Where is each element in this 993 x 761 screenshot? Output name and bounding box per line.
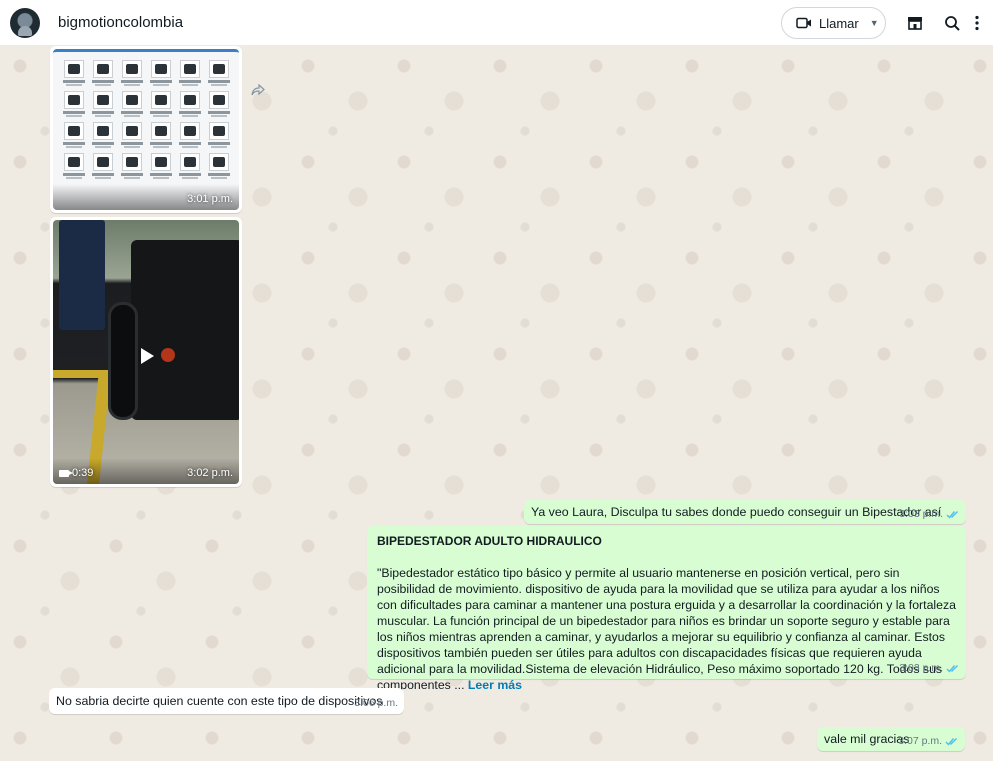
catalog-pictogram — [208, 122, 230, 153]
catalog-pictogram — [208, 91, 230, 122]
search-icon[interactable] — [941, 12, 963, 34]
catalog-pictogram — [150, 153, 172, 184]
catalog-pictogram — [150, 91, 172, 122]
video-call-icon — [796, 17, 811, 29]
message-meta: 3:03 p.m. — [899, 506, 960, 522]
double-check-icon — [945, 737, 957, 746]
catalog-pictogram — [150, 60, 172, 91]
double-check-icon — [946, 510, 958, 519]
forward-icon[interactable] — [248, 80, 268, 100]
video-duration: 0:39 — [59, 467, 93, 479]
message-time: 3:01 p.m. — [187, 193, 233, 205]
catalog-pictogram — [208, 60, 230, 91]
outgoing-message[interactable]: vale mil gracias 3:07 p.m. — [817, 727, 965, 751]
outgoing-message[interactable]: Ya veo Laura, Disculpa tu sabes donde pu… — [524, 500, 966, 524]
catalog-pictogram — [179, 91, 201, 122]
video-thumbnail: 0:39 3:02 p.m. — [53, 220, 239, 484]
outgoing-message[interactable]: BIPEDESTADOR ADULTO HIDRAULICO "Bipedest… — [367, 526, 966, 692]
video-legs — [59, 220, 105, 330]
store-icon[interactable] — [904, 12, 926, 34]
catalog-pictogram — [92, 153, 114, 184]
call-button[interactable]: Llamar ▼ — [781, 7, 886, 39]
catalog-pictogram — [179, 122, 201, 153]
message-time: 3:06 p.m. — [354, 697, 398, 709]
message-meta: 3:03 p.m. — [899, 660, 960, 676]
double-check-icon — [946, 664, 958, 673]
video-message[interactable]: 0:39 3:02 p.m. — [50, 217, 242, 487]
call-button-label: Llamar — [819, 15, 859, 31]
video-reflector — [161, 348, 175, 362]
chat-header: bigmotioncolombia Llamar ▼ — [0, 0, 993, 46]
catalog-pictogram — [63, 122, 85, 153]
message-text: vale mil gracias — [824, 732, 910, 746]
message-text: "Bipedestador estático tipo básico y per… — [377, 566, 956, 692]
catalog-pictogram — [121, 60, 143, 91]
catalog-pictogram — [92, 60, 114, 91]
menu-dots-icon[interactable] — [968, 12, 986, 34]
message-title: BIPEDESTADOR ADULTO HIDRAULICO — [377, 534, 602, 548]
catalog-pictogram — [179, 60, 201, 91]
video-duration-text: 0:39 — [72, 467, 94, 479]
play-icon[interactable] — [141, 348, 154, 364]
catalog-pictogram — [150, 122, 172, 153]
message-meta: 3:07 p.m. — [898, 733, 959, 749]
catalog-pictogram — [121, 91, 143, 122]
video-wheel — [108, 302, 138, 420]
message-meta: 3:06 p.m. — [354, 695, 398, 711]
message-text: Ya veo Laura, Disculpa tu sabes donde pu… — [531, 505, 942, 519]
catalog-pictogram — [92, 122, 114, 153]
contact-name[interactable]: bigmotioncolombia — [58, 14, 183, 31]
message-time: 3:07 p.m. — [898, 735, 942, 747]
video-wheelchair — [131, 240, 239, 420]
avatar[interactable] — [10, 8, 40, 38]
video-camera-icon — [59, 469, 73, 477]
message-body: "Bipedestador estático tipo básico y per… — [377, 565, 956, 693]
message-time: 3:03 p.m. — [899, 662, 943, 674]
message-text: No sabria decirte quien cuente con este … — [56, 694, 383, 708]
message-time: 3:03 p.m. — [899, 508, 943, 520]
catalog-image: 3:01 p.m. — [53, 49, 239, 210]
catalog-pictogram — [63, 60, 85, 91]
catalog-pictogram — [121, 153, 143, 184]
catalog-pictogram — [63, 153, 85, 184]
catalog-grid — [63, 60, 230, 184]
catalog-pictogram — [208, 153, 230, 184]
message-time: 3:02 p.m. — [187, 467, 233, 479]
image-message[interactable]: 3:01 p.m. — [50, 46, 242, 213]
chevron-down-icon: ▼ — [869, 18, 879, 28]
catalog-pictogram — [179, 153, 201, 184]
catalog-pictogram — [63, 91, 85, 122]
read-more-link[interactable]: Leer más — [468, 678, 522, 692]
catalog-pictogram — [92, 91, 114, 122]
incoming-message[interactable]: No sabria decirte quien cuente con este … — [49, 688, 404, 714]
catalog-pictogram — [121, 122, 143, 153]
